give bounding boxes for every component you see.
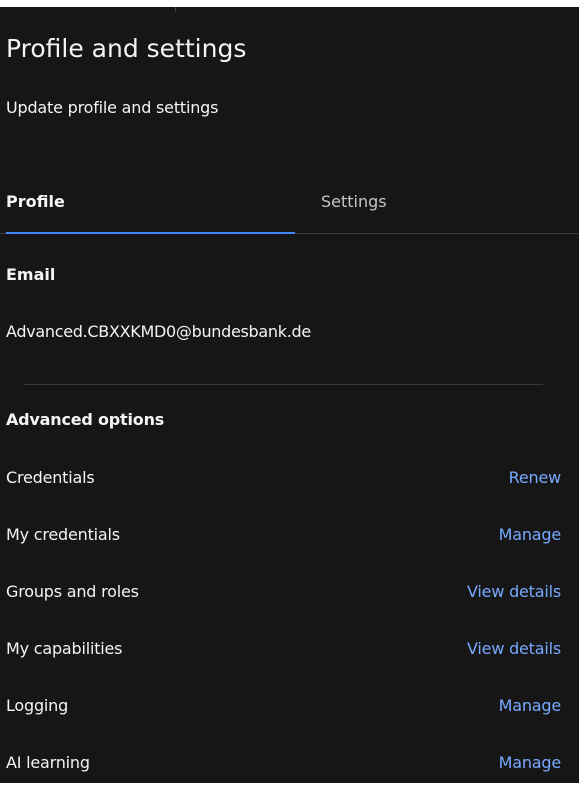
page-title: Profile and settings — [6, 34, 247, 63]
tab-list: Profile Settings — [0, 175, 579, 234]
profile-settings-panel: Profile and settings Update profile and … — [0, 7, 579, 783]
renew-link[interactable]: Renew — [509, 467, 562, 489]
tab-settings[interactable]: Settings — [295, 175, 579, 233]
option-row-credentials: Credentials Renew — [0, 464, 579, 494]
tab-settings-label: Settings — [321, 192, 387, 211]
text-cursor-icon — [175, 7, 176, 12]
section-divider — [24, 384, 543, 385]
page-subtitle: Update profile and settings — [6, 98, 219, 117]
tab-profile[interactable]: Profile — [6, 175, 295, 234]
option-label: My credentials — [6, 525, 120, 544]
option-label: My capabilities — [6, 639, 123, 658]
manage-ai-learning-link[interactable]: Manage — [499, 752, 562, 774]
option-label: Groups and roles — [6, 582, 139, 601]
manage-credentials-link[interactable]: Manage — [499, 524, 562, 546]
advanced-options-title: Advanced options — [6, 410, 165, 429]
tab-profile-label: Profile — [6, 192, 65, 211]
option-row-ai-learning: AI learning Manage — [0, 749, 579, 779]
email-label: Email — [6, 265, 56, 284]
email-value: Advanced.CBXXKMD0@bundesbank.de — [6, 322, 311, 341]
option-label: AI learning — [6, 753, 90, 772]
option-label: Credentials — [6, 468, 95, 487]
option-row-groups-and-roles: Groups and roles View details — [0, 578, 579, 608]
option-row-logging: Logging Manage — [0, 692, 579, 722]
view-capabilities-details-link[interactable]: View details — [467, 638, 561, 660]
option-row-my-credentials: My credentials Manage — [0, 521, 579, 551]
option-row-my-capabilities: My capabilities View details — [0, 635, 579, 665]
view-groups-details-link[interactable]: View details — [467, 581, 561, 603]
tab-selected-indicator — [6, 232, 295, 234]
option-label: Logging — [6, 696, 69, 715]
manage-logging-link[interactable]: Manage — [499, 695, 562, 717]
